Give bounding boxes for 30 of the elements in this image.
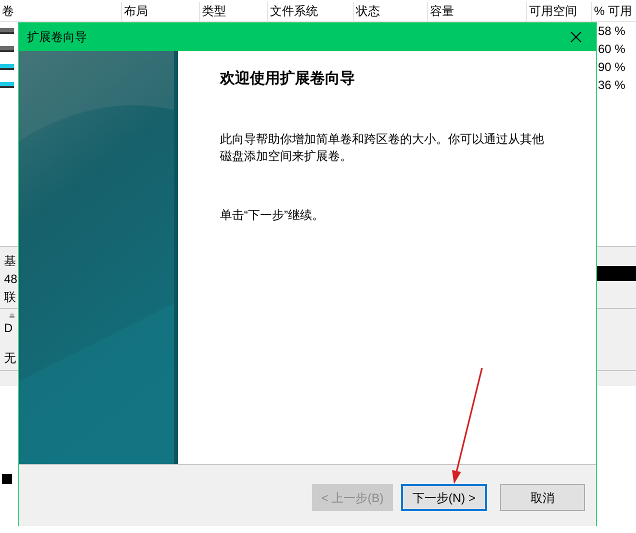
wizard-heading: 欢迎使用扩展卷向导 [220,69,356,89]
disk-label: 48 [4,271,18,287]
drive-icon [0,81,14,89]
percent-free: 36 % [598,78,626,92]
wizard-description: 此向导帮助你增加简单卷和跨区卷的大小。你可以通过从其他磁盘添加空间来扩展卷。 [220,130,545,164]
column-header[interactable]: 类型 [200,2,268,21]
drive-icon [0,45,14,53]
legend-swatch [2,474,12,484]
column-header[interactable]: % 可用 [592,2,636,21]
percent-free: 90 % [598,60,626,74]
column-header[interactable]: 可用空间 [527,2,592,21]
column-header[interactable]: 布局 [122,2,200,21]
drive-icon [0,63,14,71]
column-header[interactable]: 状态 [354,2,428,21]
disk-label: 基 [4,253,16,269]
column-header[interactable]: 容量 [428,2,527,21]
column-header[interactable]: 文件系统 [268,2,354,21]
wizard-button[interactable]: 下一步(N) > [401,484,487,511]
percent-free: 60 % [598,42,626,56]
column-header[interactable]: 卷 [0,2,122,21]
disk-label: D [4,320,13,336]
wizard-instruction: 单击“下一步”继续。 [220,206,325,224]
percent-free: 58 % [598,24,626,38]
wizard-button[interactable]: 取消 [500,484,585,511]
disk-label: 联 [4,289,16,305]
drive-icon [0,27,14,35]
disk-label: 无 [4,350,16,366]
close-icon [570,31,582,43]
window-title: 扩展卷向导 [27,29,87,46]
disk-bar [596,266,636,281]
